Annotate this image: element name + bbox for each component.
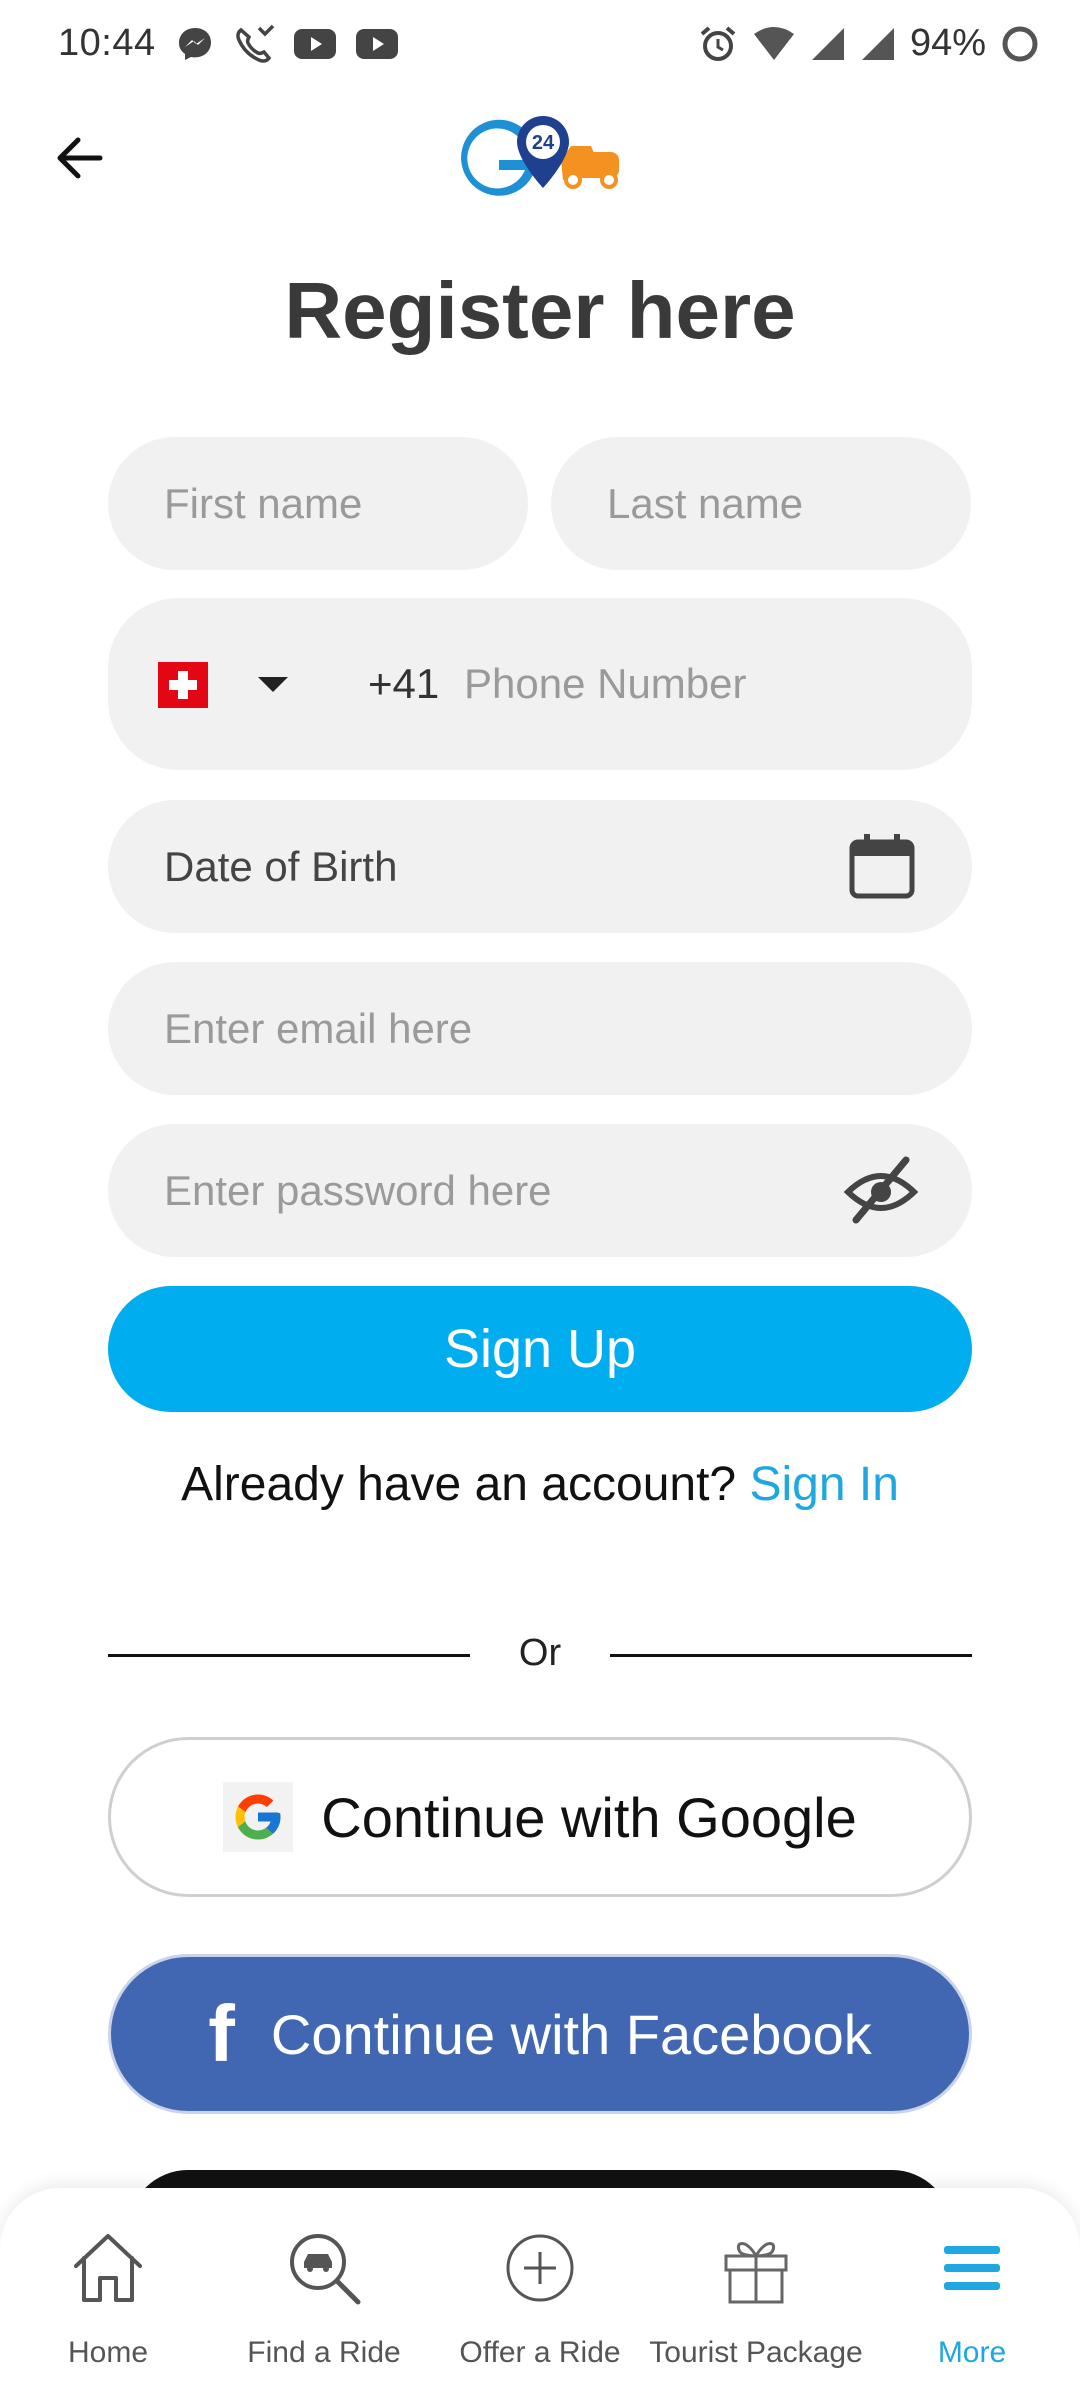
nav-label-tourist-package: Tourist Package: [649, 2336, 863, 2369]
back-arrow-icon[interactable]: [52, 130, 108, 186]
google-button-label: Continue with Google: [321, 1785, 857, 1849]
app-logo: 24: [461, 116, 619, 196]
date-of-birth-label: Date of Birth: [164, 842, 398, 890]
search-car-icon: [290, 2234, 361, 2305]
password-placeholder: Enter password here: [164, 1166, 552, 1214]
nav-label-offer-a-ride: Offer a Ride: [459, 2336, 621, 2369]
divider-left: [108, 1654, 470, 1657]
status-time: 10:44: [58, 22, 156, 64]
sign-in-link[interactable]: Sign In: [749, 1458, 898, 1511]
gift-icon: [724, 2242, 788, 2304]
chevron-down-icon[interactable]: [258, 677, 288, 692]
or-divider-text: Or: [518, 1632, 562, 1674]
last-name-field[interactable]: Last name: [551, 437, 971, 570]
battery-percent: 94%: [909, 22, 986, 64]
divider-right: [610, 1654, 972, 1657]
phone-field[interactable]: +41 Phone Number: [108, 598, 972, 770]
messenger-icon: [179, 28, 211, 60]
youtube-icon: [294, 29, 336, 59]
alarm-icon: [700, 25, 736, 61]
facebook-icon: f: [208, 1989, 235, 2078]
first-name-placeholder: First name: [164, 479, 363, 527]
nav-item-home[interactable]: Home: [0, 2188, 216, 2400]
continue-with-facebook-button[interactable]: f Continue with Facebook: [108, 1954, 972, 2114]
first-name-field[interactable]: First name: [108, 437, 528, 570]
phone-placeholder: Phone Number: [464, 660, 747, 707]
plus-circle-icon: [506, 2234, 574, 2302]
nav-item-tourist-package[interactable]: Tourist Package: [648, 2188, 864, 2400]
email-placeholder: Enter email here: [164, 1004, 473, 1052]
missed-call-icon: [236, 24, 275, 63]
continue-with-google-button[interactable]: Continue with Google: [108, 1737, 972, 1897]
status-bar: 10:44 94%: [0, 0, 1080, 90]
password-field[interactable]: Enter password here: [108, 1124, 972, 1257]
battery-icon: [1002, 26, 1038, 61]
home-icon: [74, 2234, 142, 2302]
last-name-placeholder: Last name: [607, 479, 804, 527]
date-of-birth-field[interactable]: Date of Birth: [108, 800, 972, 933]
nav-item-find-a-ride[interactable]: Find a Ride: [216, 2188, 432, 2400]
menu-icon: [944, 2246, 1000, 2290]
switzerland-flag-icon[interactable]: [158, 662, 208, 708]
youtube-icon: [356, 29, 398, 59]
nav-item-more[interactable]: More: [864, 2188, 1080, 2400]
sign-up-button[interactable]: Sign Up: [108, 1286, 972, 1412]
email-field[interactable]: Enter email here: [108, 962, 972, 1095]
nav-label-find-a-ride: Find a Ride: [247, 2336, 401, 2369]
signal-icon: [861, 27, 894, 60]
signal-icon: [811, 27, 844, 60]
dial-code: +41: [368, 660, 440, 707]
calendar-icon[interactable]: [848, 832, 916, 900]
system-icons: 94%: [698, 22, 1040, 65]
account-prompt: Already have an account? Sign In: [0, 1457, 1080, 1512]
account-prompt-text: Already have an account?: [181, 1458, 737, 1511]
facebook-button-label: Continue with Facebook: [270, 2002, 872, 2066]
nav-label-more: More: [937, 2336, 1007, 2369]
bottom-nav: Home Find a Ride Offer a Ride Tourist Pa…: [0, 2188, 1080, 2400]
google-icon: [223, 1782, 294, 1852]
page-title: Register here: [284, 266, 796, 355]
logo-24-text: 24: [532, 132, 555, 154]
nav-item-offer-a-ride[interactable]: Offer a Ride: [432, 2188, 648, 2400]
wifi-icon: [753, 26, 794, 60]
notification-icons: [175, 24, 399, 64]
nav-label-home: Home: [67, 2336, 149, 2369]
eye-off-icon[interactable]: [842, 1154, 920, 1226]
